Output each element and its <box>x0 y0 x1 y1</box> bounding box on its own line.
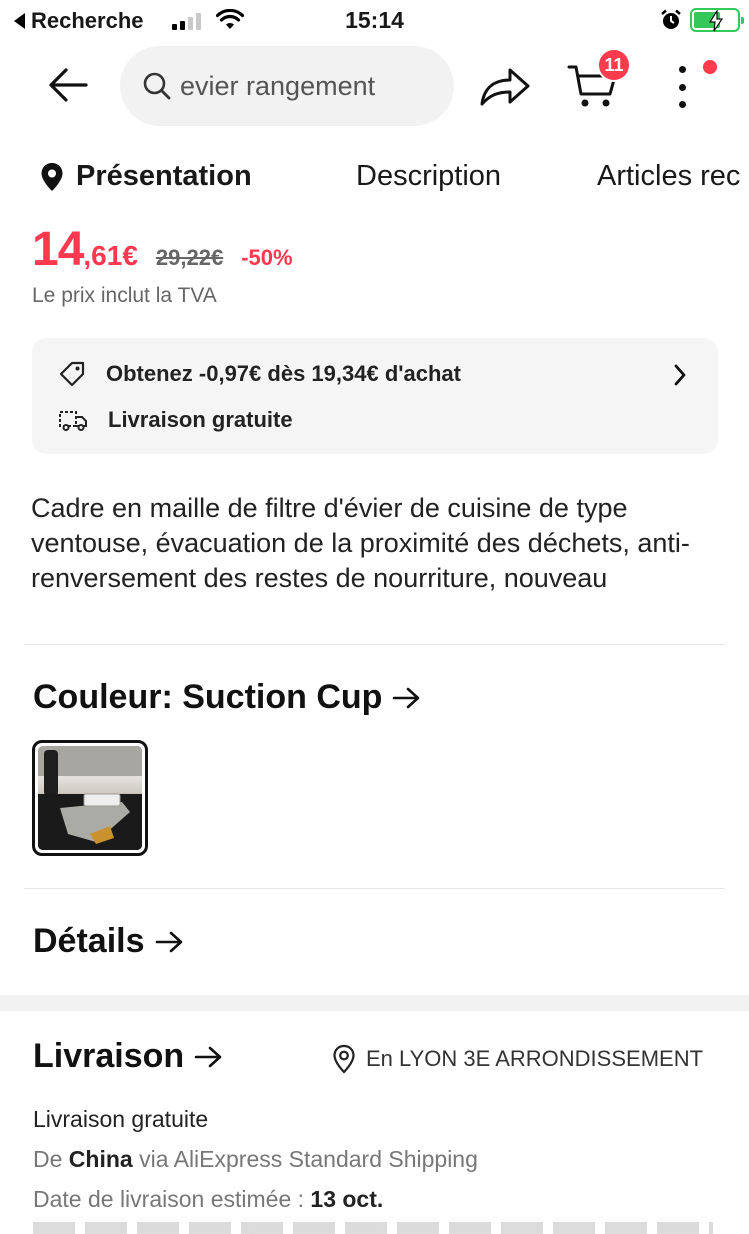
color-heading[interactable]: Couleur: Suction Cup <box>33 678 422 717</box>
location-text: En LYON 3E ARRONDISSEMENT <box>366 1046 704 1071</box>
arrow-right-icon <box>393 687 420 708</box>
tag-icon <box>59 361 85 387</box>
delivery-origin: De China via AliExpress Standard Shippin… <box>33 1146 478 1173</box>
divider <box>24 888 725 889</box>
origin-prefix: De <box>33 1146 63 1172</box>
delivery-heading-text: Livraison <box>33 1037 185 1075</box>
tab-description[interactable]: Description <box>356 160 501 193</box>
search-icon <box>143 72 171 100</box>
free-shipping-row: Livraison gratuite <box>58 407 293 433</box>
shipping-method: via AliExpress Standard Shipping <box>139 1146 478 1172</box>
more-options-icon[interactable] <box>672 64 692 110</box>
estimate-label: Date de livraison estimée : <box>33 1186 305 1212</box>
search-query: evier rangement <box>180 70 376 101</box>
price-block: 14 ,61€ 29,22€ -50% <box>32 222 293 277</box>
product-image <box>38 746 142 850</box>
tab-related-articles[interactable]: Articles rec <box>597 160 740 193</box>
battery-icon <box>690 8 744 32</box>
tab-presentation[interactable]: Présentation <box>40 160 252 193</box>
details-heading-text: Détails <box>33 922 145 960</box>
chevron-right-icon[interactable] <box>672 362 688 388</box>
original-price: 29,22€ <box>155 245 224 270</box>
price-decimal: ,61€ <box>83 240 138 271</box>
clock: 15:14 <box>345 7 404 33</box>
coupon-row[interactable]: Obtenez -0,97€ dès 19,34€ d'achat <box>58 360 461 388</box>
delivery-estimate: Date de livraison estimée : 13 oct. <box>33 1186 383 1213</box>
color-heading-text: Couleur: Suction Cup <box>33 678 383 716</box>
delivery-location[interactable]: En LYON 3E ARRONDISSEMENT <box>332 1044 703 1074</box>
product-title: Cadre en maille de filtre d'évier de cui… <box>31 493 690 593</box>
section-tabs: Présentation Description Articles rec <box>0 150 749 204</box>
discount-badge: -50% <box>241 245 293 270</box>
clipped-next-line <box>33 1222 713 1234</box>
top-navigation: evier rangement <box>0 44 749 126</box>
free-shipping-text: Livraison gratuite <box>108 407 293 432</box>
details-heading[interactable]: Détails <box>33 922 185 961</box>
coupon-text: Obtenez -0,97€ dès 19,34€ d'achat <box>106 361 461 386</box>
delivery-free: Livraison gratuite <box>33 1106 209 1132</box>
color-option-thumbnail[interactable] <box>32 740 148 856</box>
origin-country: China <box>68 1146 133 1172</box>
back-arrow-icon[interactable] <box>46 65 90 105</box>
charging-bolt-icon <box>708 10 724 32</box>
location-pin-outline-icon <box>333 1044 355 1074</box>
section-separator <box>0 995 749 1011</box>
share-icon[interactable] <box>478 64 532 108</box>
vat-note: Le prix inclut la TVA <box>32 284 217 307</box>
truck-icon <box>59 411 87 431</box>
alarm-icon <box>661 9 681 29</box>
divider <box>24 644 725 645</box>
price-integer: 14 <box>32 223 84 276</box>
search-bar[interactable]: evier rangement <box>120 46 454 126</box>
arrow-right-icon <box>194 1046 222 1067</box>
cart-count-badge: 11 <box>597 48 631 82</box>
promo-box[interactable]: Obtenez -0,97€ dès 19,34€ d'achat Livrai… <box>32 338 718 454</box>
status-bar: Recherche 15:14 <box>0 0 749 42</box>
arrow-right-icon <box>155 931 182 952</box>
delivery-heading[interactable]: Livraison <box>33 1037 224 1076</box>
location-pin-icon <box>41 162 63 191</box>
estimate-date: 13 oct. <box>310 1186 384 1212</box>
tab-label: Présentation <box>76 160 252 192</box>
notification-dot <box>703 60 717 74</box>
